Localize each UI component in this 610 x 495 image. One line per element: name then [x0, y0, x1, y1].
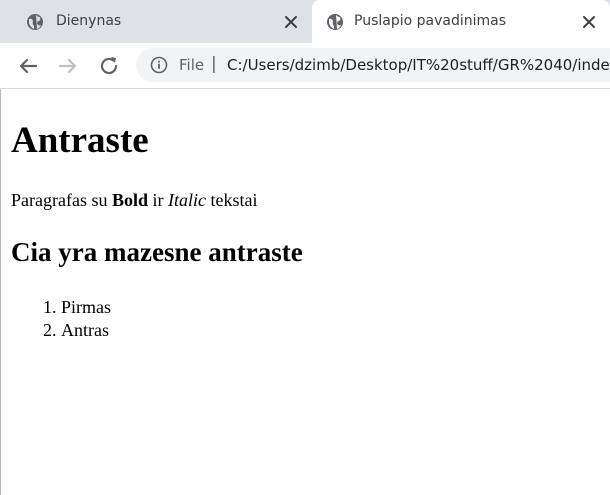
page-subheading: Cia yra mazesne antraste [11, 237, 303, 267]
page-heading: Antraste [11, 120, 149, 161]
tab-strip: Dienynas Puslapio pavadinimas [0, 0, 610, 43]
close-icon[interactable] [282, 13, 300, 31]
paragraph-text: ir [148, 190, 168, 210]
reload-icon[interactable] [97, 54, 121, 78]
close-icon[interactable] [580, 13, 598, 31]
tab-dienynas[interactable]: Dienynas [0, 0, 312, 43]
tab-title: Puslapio pavadinimas [354, 13, 507, 29]
address-bar[interactable]: File | C:/Users/dzimb/Desktop/IT%20stuff… [136, 48, 610, 82]
url-scheme: File [179, 56, 205, 74]
url-text[interactable]: C:/Users/dzimb/Desktop/IT%20stuff/GR%204… [227, 56, 610, 74]
info-icon[interactable] [150, 56, 168, 74]
paragraph-text: tekstai [206, 190, 258, 210]
globe-icon [27, 14, 43, 30]
page-content: Antraste Paragrafas su Bold ir Italic te… [0, 89, 610, 495]
url-separator: | [211, 54, 217, 74]
ordered-list: Pirmas Antras [11, 296, 111, 342]
tab-puslapio-pavadinimas[interactable]: Puslapio pavadinimas [312, 0, 610, 43]
italic-text: Italic [168, 190, 206, 210]
back-arrow-icon[interactable] [16, 54, 40, 78]
list-item: Pirmas [61, 296, 111, 319]
paragraph-text: Paragrafas su [11, 190, 112, 210]
forward-arrow-icon[interactable] [56, 54, 80, 78]
window-edge [0, 89, 1, 495]
tab-title: Dienynas [56, 13, 122, 29]
browser-toolbar: File | C:/Users/dzimb/Desktop/IT%20stuff… [0, 43, 610, 88]
page-paragraph: Paragrafas su Bold ir Italic tekstai [11, 190, 258, 211]
bold-text: Bold [111, 190, 148, 210]
list-item: Antras [61, 319, 111, 342]
globe-icon [327, 14, 343, 30]
